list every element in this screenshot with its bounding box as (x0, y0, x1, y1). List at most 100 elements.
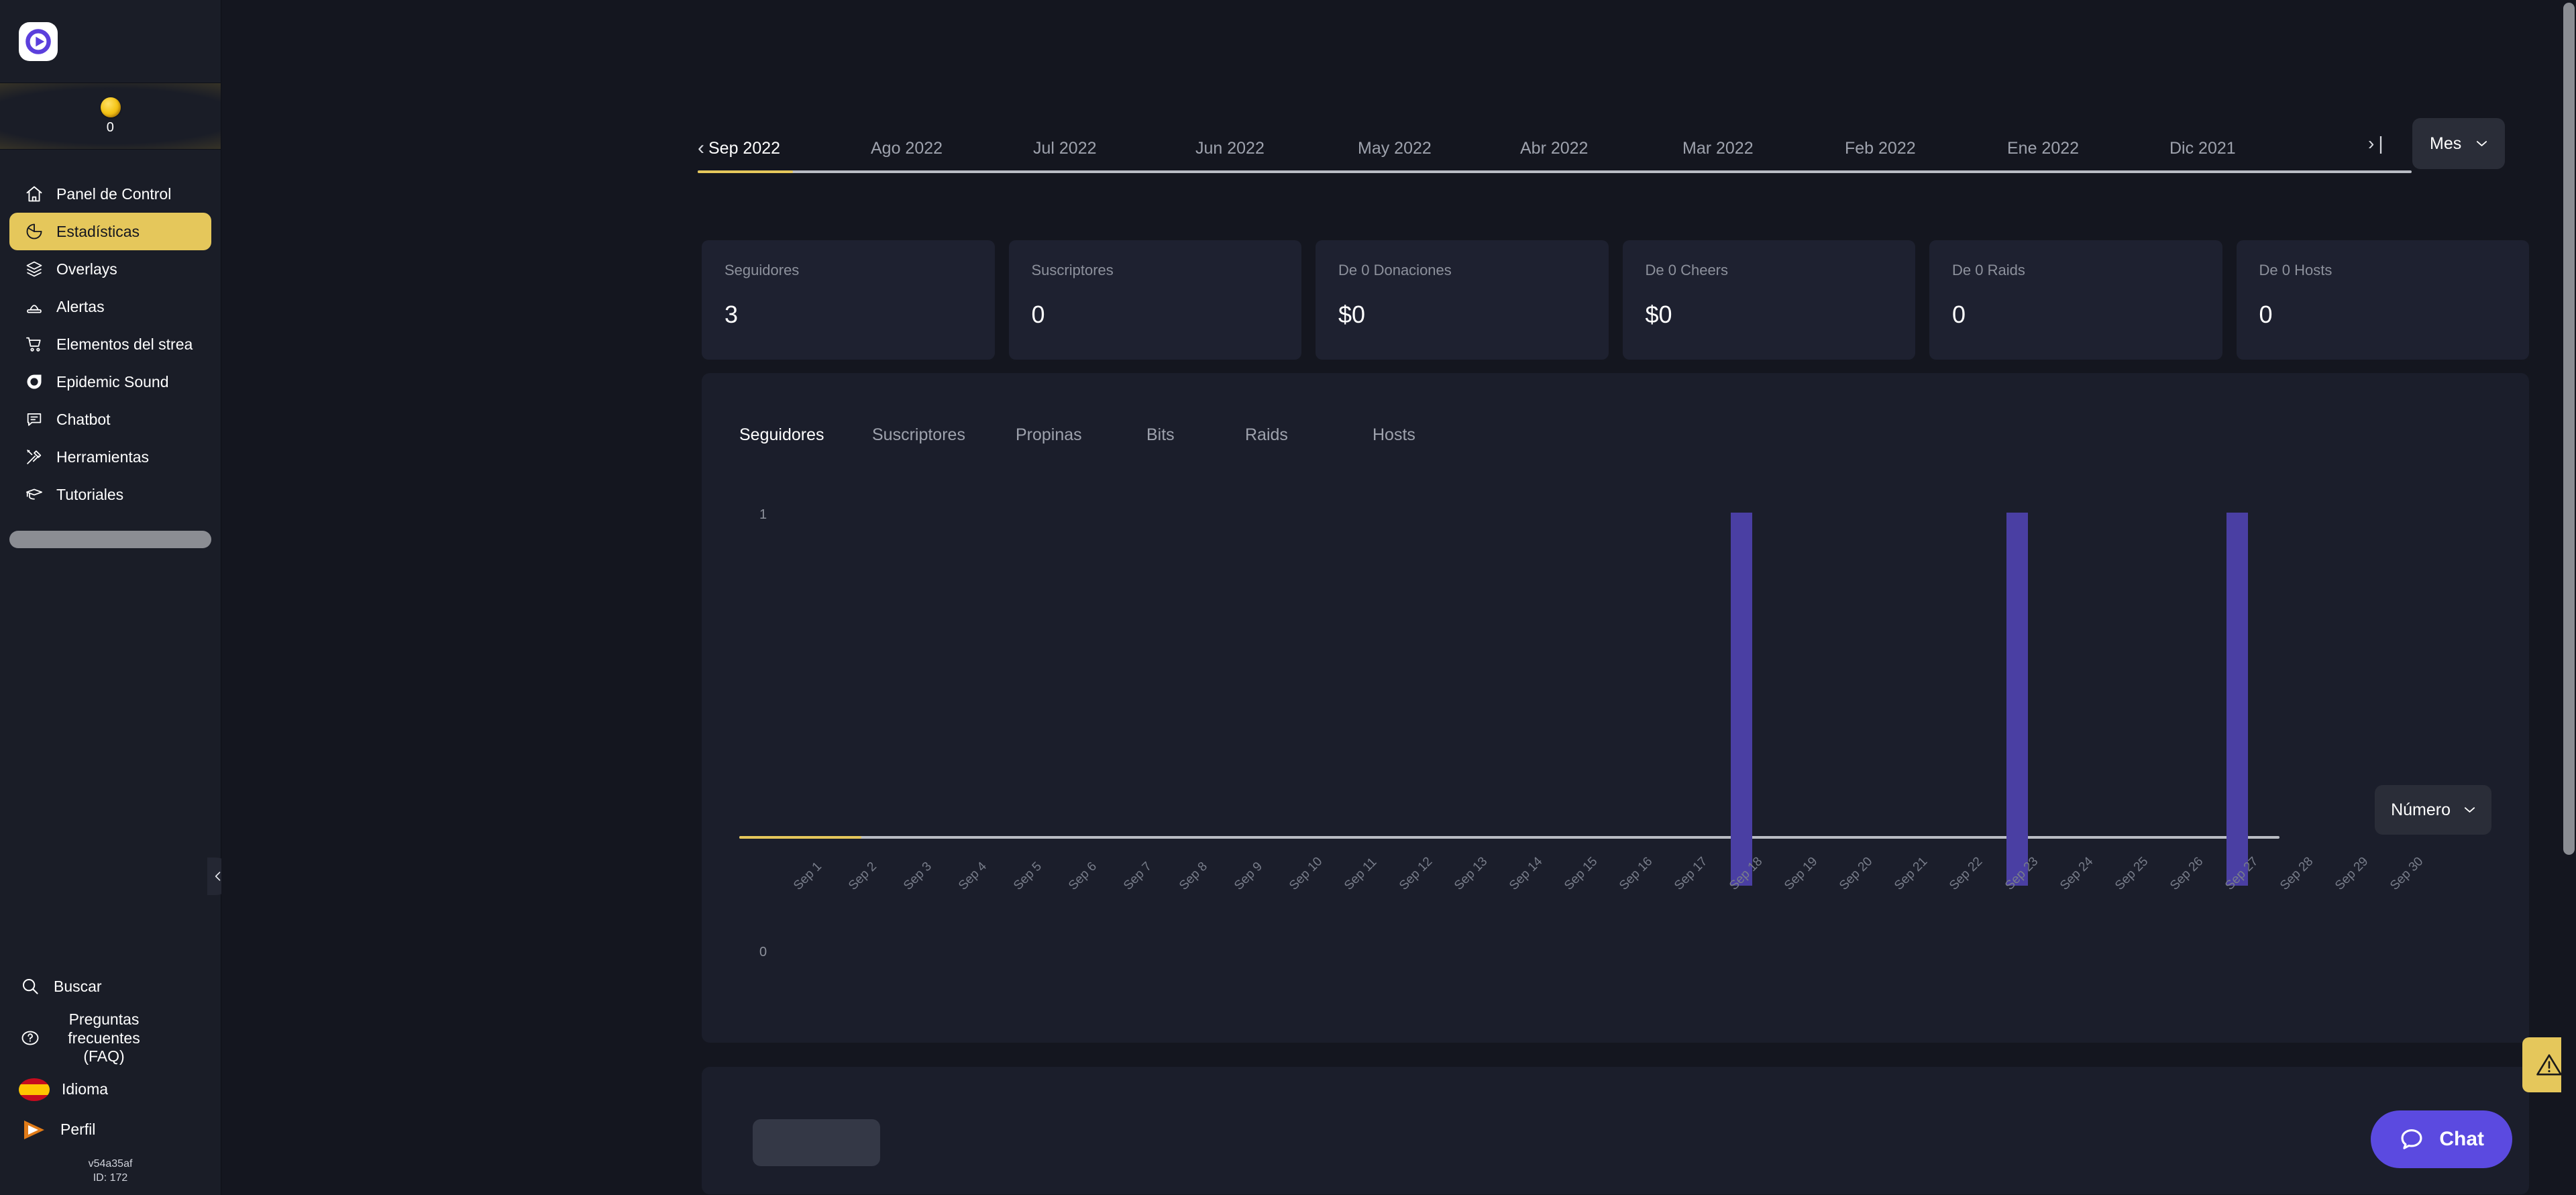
stat-card-seguidores[interactable]: Seguidores 3 (702, 240, 995, 360)
chart-tab-propinas[interactable]: Propinas (1016, 425, 1146, 457)
scrollbar-thumb[interactable] (2563, 3, 2575, 855)
faq-label: Preguntas frecuentes (FAQ) (54, 1010, 154, 1065)
sidebar-item-alertas[interactable]: Alertas (9, 288, 211, 325)
stats-row: Seguidores 3 Suscriptores 0 De 0 Donacio… (702, 240, 2529, 360)
brand-row (0, 0, 221, 83)
chat-label: Chat (2439, 1128, 2484, 1150)
month-next-button[interactable]: › | (2368, 133, 2383, 154)
sidebar-item-overlays[interactable]: Overlays (9, 250, 211, 288)
sidebar-item-label: Estadísticas (56, 222, 140, 240)
sidebar-item-panel-de-control[interactable]: Panel de Control (9, 175, 211, 213)
chart-bar[interactable] (1731, 513, 1753, 886)
chart-tab-suscriptores[interactable]: Suscriptores (872, 425, 1016, 457)
coin-balance-banner[interactable]: 0 (0, 83, 221, 150)
y-axis-tick-label: 1 (759, 507, 767, 522)
language-button[interactable]: Idioma (0, 1070, 221, 1110)
month-tab[interactable]: Ene 2022 (2007, 139, 2169, 169)
period-dropdown[interactable]: Mes (2412, 118, 2506, 169)
month-tab[interactable]: Ago 2022 (871, 139, 1033, 169)
chevron-right-icon: › (2368, 133, 2375, 154)
chat-bubble-icon (24, 409, 44, 429)
app-version: v54a35af (88, 1157, 133, 1170)
sidebar-item-label: Tutoriales (56, 485, 124, 503)
month-prev-button[interactable]: ‹ (698, 138, 708, 169)
search-icon (19, 975, 42, 998)
chart-tab-hosts[interactable]: Hosts (1373, 425, 1415, 457)
month-tab[interactable]: Feb 2022 (1845, 139, 2007, 169)
stat-label: Seguidores (724, 262, 800, 278)
stat-value: 0 (2259, 301, 2273, 328)
month-underline-track (698, 170, 2412, 173)
profile-button[interactable]: Perfil (0, 1110, 221, 1150)
chart-bar[interactable] (2006, 513, 2028, 886)
followers-bar-chart: 1 0 Sep 1 Sep 2 Sep 3 Sep 4 Sep 5 Sep 6 Sep 7S… (739, 497, 2491, 1013)
stat-card-donaciones[interactable]: De 0 Donaciones $0 (1316, 240, 1609, 360)
language-label: Idioma (62, 1080, 109, 1098)
month-tab[interactable]: Jul 2022 (1033, 139, 1195, 169)
play-circle-logo-icon (25, 28, 51, 54)
sidebar-item-label: Panel de Control (56, 185, 172, 203)
sidebar-loading-placeholder (9, 531, 211, 548)
epidemic-sound-icon (24, 372, 44, 392)
main-content: ‹ Sep 2022 Ago 2022 Jul 2022 Jun 2022 Ma… (221, 0, 2576, 1195)
chart-tab-raids[interactable]: Raids (1245, 425, 1373, 457)
month-tabs: Sep 2022 Ago 2022 Jul 2022 Jun 2022 May … (708, 139, 2415, 169)
sidebar-item-tutoriales[interactable]: Tutoriales (9, 476, 211, 513)
chevron-down-icon (2477, 141, 2487, 146)
month-tab[interactable]: Abr 2022 (1520, 139, 1682, 169)
chart-bar[interactable] (2226, 513, 2248, 886)
sidebar-item-label: Alertas (56, 297, 105, 315)
coin-count: 0 (106, 119, 115, 135)
stat-card-cheers[interactable]: De 0 Cheers $0 (1622, 240, 1915, 360)
vertical-scrollbar[interactable] (2561, 0, 2576, 1195)
cart-icon (24, 334, 44, 354)
sidebar-item-chatbot[interactable]: Chatbot (9, 401, 211, 438)
coin-icon (100, 97, 121, 117)
chart-tabs: Seguidores Suscriptores Propinas Bits Ra… (739, 425, 1415, 457)
bottom-panel-button[interactable] (753, 1119, 880, 1166)
question-circle-icon (19, 1027, 42, 1049)
app-logo[interactable] (19, 21, 58, 61)
month-tab[interactable]: Sep 2022 (708, 139, 871, 169)
sidebar-bottom: Buscar Preguntas frecuentes (FAQ) Idioma (0, 966, 221, 1195)
faq-button[interactable]: Preguntas frecuentes (FAQ) (0, 1006, 221, 1069)
month-tab[interactable]: Jun 2022 (1195, 139, 1358, 169)
profile-label: Perfil (60, 1121, 96, 1139)
stat-label: De 0 Cheers (1645, 262, 1729, 278)
month-tab[interactable]: Dic 2021 (2169, 139, 2332, 169)
stat-value: $0 (1338, 301, 1366, 328)
stat-card-suscriptores[interactable]: Suscriptores 0 (1008, 240, 1301, 360)
profile-play-logo-icon (19, 1117, 48, 1143)
sidebar-item-label: Elementos del strea (56, 335, 193, 353)
stat-label: Suscriptores (1031, 262, 1114, 278)
chat-button[interactable]: Chat (2371, 1110, 2512, 1168)
chart-tab-bits[interactable]: Bits (1146, 425, 1245, 457)
sidebar-item-label: Overlays (56, 260, 117, 278)
sidebar-item-epidemic-sound[interactable]: Epidemic Sound (9, 363, 211, 401)
x-axis: Sep 1 Sep 2 Sep 3 Sep 4 Sep 5 Sep 6 Sep 7 Sep 8… (778, 854, 2430, 957)
month-tab[interactable]: May 2022 (1358, 139, 1520, 169)
stat-value: 0 (1952, 301, 1966, 328)
search-button[interactable]: Buscar (0, 966, 221, 1006)
stat-card-raids[interactable]: De 0 Raids 0 (1929, 240, 2222, 360)
bottom-panel-partial (702, 1067, 2529, 1194)
sidebar: 0 Panel de Control Estadísticas Overlays (0, 0, 234, 1195)
stat-label: De 0 Donaciones (1338, 262, 1452, 278)
user-id: ID: 172 (93, 1172, 128, 1184)
chat-bubble-icon (2401, 1129, 2422, 1149)
graduation-cap-icon (24, 484, 44, 505)
y-axis-tick-label: 0 (759, 945, 767, 959)
home-icon (24, 184, 44, 204)
month-tab[interactable]: Mar 2022 (1682, 139, 1845, 169)
sidebar-item-estadisticas[interactable]: Estadísticas (9, 213, 211, 250)
spain-flag-icon (19, 1078, 50, 1101)
sidebar-item-elementos-del-stream[interactable]: Elementos del strea (9, 325, 211, 363)
plot-area (778, 513, 2430, 886)
sidebar-item-label: Herramientas (56, 448, 150, 466)
chart-tab-seguidores[interactable]: Seguidores (739, 425, 872, 457)
pie-chart-icon (24, 221, 44, 242)
chart-panel: Seguidores Suscriptores Propinas Bits Ra… (702, 373, 2529, 1043)
sidebar-item-herramientas[interactable]: Herramientas (9, 438, 211, 476)
stat-card-hosts[interactable]: De 0 Hosts 0 (2236, 240, 2529, 360)
faq-label-line1: Preguntas (68, 1010, 140, 1029)
